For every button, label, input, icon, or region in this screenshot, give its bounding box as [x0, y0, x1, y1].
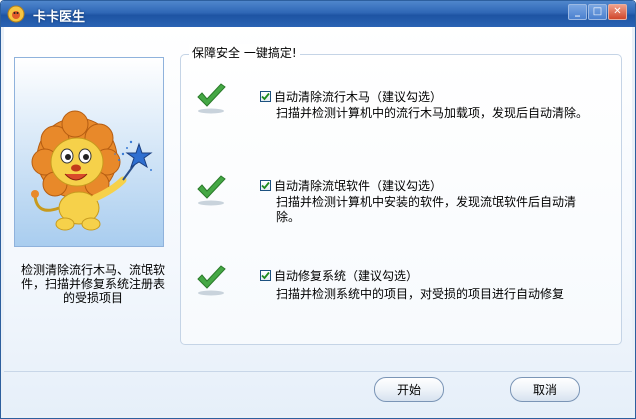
footer-divider	[4, 371, 632, 372]
window-title: 卡卡医生	[33, 10, 86, 25]
mascot-panel	[14, 57, 164, 247]
feature-description: 检测清除流行木马、流氓软件，扫描并修复系统注册表的受损项目	[20, 263, 165, 305]
minimize-button[interactable]: _	[568, 4, 587, 20]
option-desc-repair: 扫描并检测系统中的项目，对受损的项目进行自动修复	[276, 287, 565, 301]
lion-mascot-image	[31, 110, 153, 231]
option-checkbox-trojan[interactable]	[260, 91, 271, 102]
option-checkbox-rogue[interactable]	[260, 180, 271, 191]
maximize-button[interactable]: □	[588, 4, 607, 20]
close-button[interactable]: ✕	[608, 4, 627, 20]
option-label-rogue[interactable]: 自动清除流氓软件（建议勾选）	[274, 177, 442, 194]
group-title: 保障安全 一键搞定!	[189, 44, 300, 61]
green-check-icon	[197, 265, 226, 296]
client-area: 检测清除流行木马、流氓软件，扫描并修复系统注册表的受损项目 保障安全 一键搞定!…	[4, 27, 632, 415]
option-label-repair[interactable]: 自动修复系统（建议勾选）	[274, 267, 418, 284]
green-check-icon	[197, 175, 226, 206]
option-desc-rogue: 扫描并检测计算机中安装的软件，发现流氓软件后自动清除。	[276, 195, 577, 224]
option-label-trojan[interactable]: 自动清除流行木马（建议勾选）	[274, 88, 442, 105]
start-button[interactable]: 开始	[374, 377, 444, 402]
green-check-icon	[197, 83, 226, 114]
option-checkbox-repair[interactable]	[260, 270, 271, 281]
title-bar[interactable]: 卡卡医生 _ □ ✕	[1, 1, 635, 27]
app-icon	[7, 5, 25, 23]
option-desc-trojan: 扫描并检测计算机中的流行木马加载项，发现后自动清除。	[276, 106, 589, 120]
window-controls: _ □ ✕	[567, 4, 627, 22]
cancel-button[interactable]: 取消	[510, 377, 580, 402]
app-window: 卡卡医生 _ □ ✕ 检测清除流行木马、流氓软件，扫描并修复系统注册表的受损项目…	[0, 0, 636, 419]
